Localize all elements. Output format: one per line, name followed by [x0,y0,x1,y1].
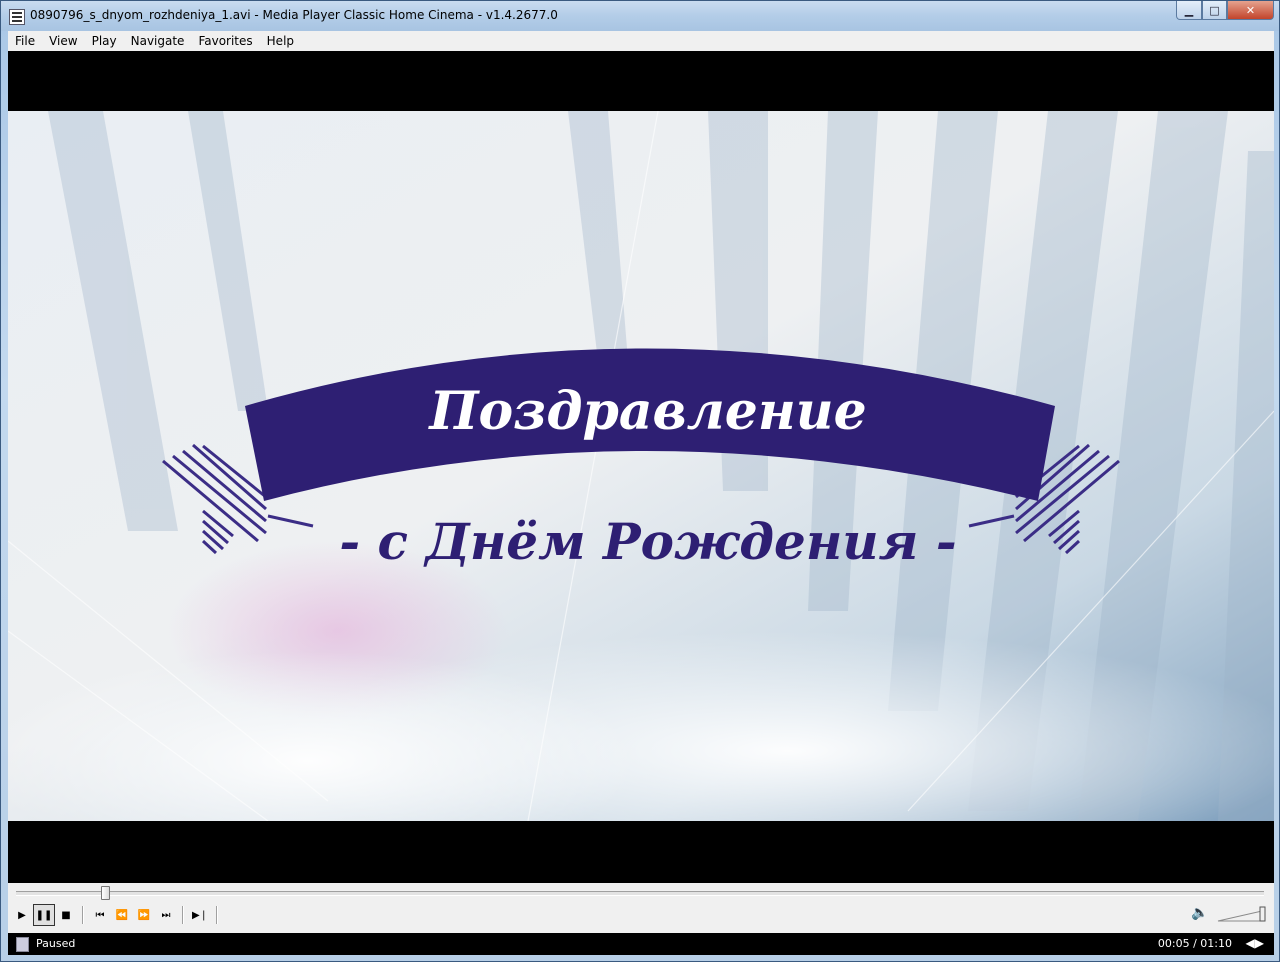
play-icon: ▶ [18,909,26,921]
minimize-icon: ▁ [1184,3,1194,17]
menu-view[interactable]: View [42,31,84,51]
menu-help[interactable]: Help [260,31,301,51]
close-icon: ✕ [1245,3,1256,17]
play-button[interactable]: ▶ [11,904,33,926]
control-bar: ▶ ❚❚ ■ ⏮ ⏪ ⏩ ⏭ ▶❘ 🔈 [8,883,1274,933]
subtitle-text: - с Днём Рождения - [339,512,956,571]
stop-icon: ■ [61,909,71,921]
playback-buttons: ▶ ❚❚ ■ ⏮ ⏪ ⏩ ⏭ ▶❘ [11,904,223,926]
video-frame: Поздравление - с Днём Рождения - [8,111,1274,821]
rewind-icon: ⏪ [115,909,129,921]
previous-button[interactable]: ⏮ [89,904,111,926]
separator [182,906,184,924]
next-button[interactable]: ⏭ [155,904,177,926]
menu-file[interactable]: File [8,31,42,51]
banner-text: Поздравление [427,381,866,442]
frame-step-button[interactable]: ▶❘ [189,904,211,926]
window-title: 0890796_s_dnyom_rozhdeniya_1.avi - Media… [30,8,558,22]
caption-buttons: ▁ □ ✕ [1176,1,1274,20]
rewind-button[interactable]: ⏪ [111,904,133,926]
volume-slider[interactable] [1216,905,1268,923]
next-icon: ⏭ [161,909,171,921]
stop-button[interactable]: ■ [55,904,77,926]
app-icon[interactable] [9,9,25,25]
separator [216,906,218,924]
seek-thumb[interactable] [100,886,110,900]
fast-forward-icon: ⏩ [137,909,151,921]
menu-favorites[interactable]: Favorites [191,31,259,51]
video-frame-image: Поздравление - с Днём Рождения - [8,111,1274,821]
time-display[interactable]: 00:05 / 01:10 [1158,937,1232,950]
maximize-icon: □ [1209,3,1220,17]
video-area[interactable]: Поздравление - с Днём Рождения - [8,51,1274,883]
menu-bar: File View Play Navigate Favorites Help [8,31,1274,51]
seek-bar[interactable] [16,891,1264,896]
pause-icon: ❚❚ [35,909,53,921]
menu-play[interactable]: Play [85,31,124,51]
player-window: 0890796_s_dnyom_rozhdeniya_1.avi - Media… [0,0,1280,962]
status-bar: Paused 00:05 / 01:10 ◀▶ [8,933,1274,955]
frame-step-icon: ▶❘ [191,909,209,921]
volume-thumb[interactable] [1259,906,1266,922]
separator [82,906,84,924]
fast-forward-button[interactable]: ⏩ [133,904,155,926]
maximize-button[interactable]: □ [1202,1,1227,20]
previous-icon: ⏮ [95,909,105,921]
pause-button[interactable]: ❚❚ [33,904,55,926]
volume-icon[interactable]: 🔈 [1191,905,1209,923]
title-bar[interactable]: 0890796_s_dnyom_rozhdeniya_1.avi - Media… [1,1,1279,31]
audio-channels-icon: ◀▶ [1245,936,1264,950]
menu-navigate[interactable]: Navigate [124,31,192,51]
close-button[interactable]: ✕ [1227,1,1274,20]
document-icon [16,937,29,952]
minimize-button[interactable]: ▁ [1176,1,1202,20]
playback-state: Paused [36,937,76,950]
